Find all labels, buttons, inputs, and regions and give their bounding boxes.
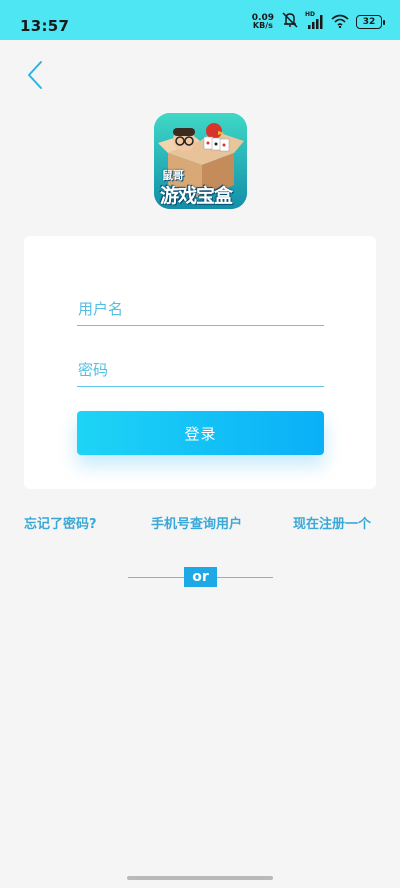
battery-icon: 32 [356, 15, 385, 29]
divider-line-left [128, 577, 184, 578]
wifi-icon [331, 13, 349, 32]
login-button[interactable]: 登录 [77, 411, 324, 455]
status-icons: 0.09 KB/s HD 32 [252, 11, 385, 32]
register-link[interactable]: 现在注册一个 [293, 513, 371, 532]
network-speed: 0.09 KB/s [252, 14, 274, 30]
home-indicator[interactable] [127, 876, 273, 880]
status-time: 13:57 [20, 17, 70, 35]
back-button[interactable] [18, 58, 52, 92]
login-card: 登录 [24, 236, 376, 489]
chevron-left-icon [28, 61, 42, 89]
auth-links: 忘记了密码? 手机号查询用户 现在注册一个 [0, 513, 400, 533]
status-bar: 13:57 0.09 KB/s HD 32 [0, 0, 400, 40]
password-field-wrapper [77, 353, 324, 387]
network-speed-unit: KB/s [252, 21, 273, 30]
username-field-wrapper [77, 292, 324, 326]
phone-lookup-link[interactable]: 手机号查询用户 [151, 513, 242, 532]
username-input[interactable] [77, 292, 324, 325]
battery-level: 32 [362, 17, 376, 27]
mute-icon [281, 12, 299, 32]
signal-icon: HD [305, 11, 324, 29]
password-input[interactable] [77, 353, 324, 386]
or-label: or [184, 567, 217, 587]
forgot-password-link[interactable]: 忘记了密码? [24, 513, 97, 532]
logo-main-text: 游戏宝盒 [160, 185, 233, 207]
hd-label: HD [305, 11, 316, 18]
divider-line-right [217, 577, 273, 578]
or-divider: or [128, 566, 273, 588]
app-logo: 鼠哥 游戏宝盒 [154, 113, 247, 209]
